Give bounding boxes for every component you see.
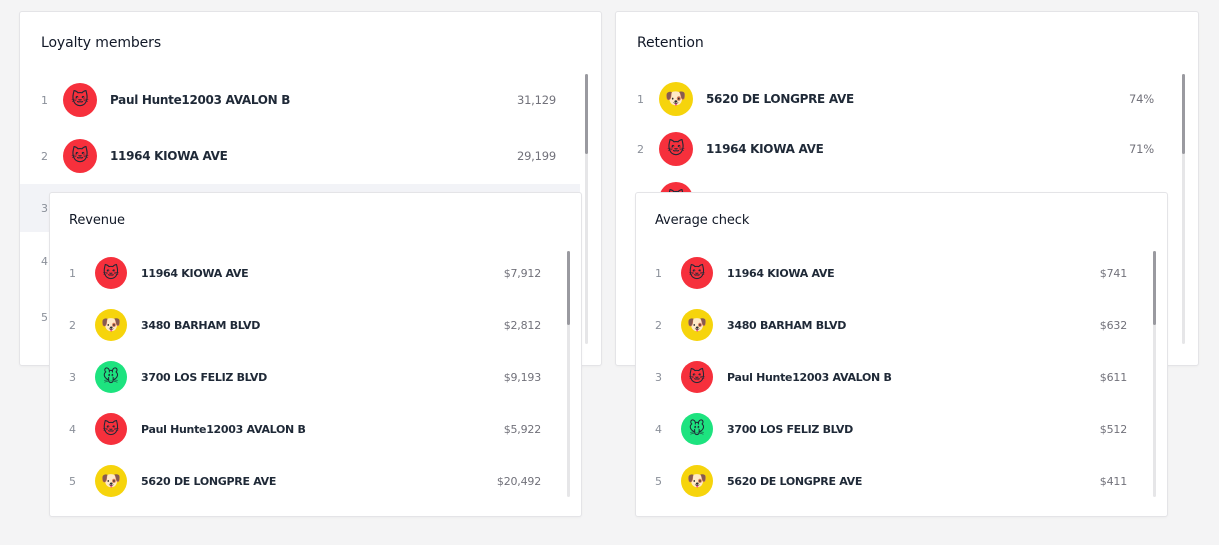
average-check-value: $611 — [1099, 370, 1127, 384]
average-check-scrollbar[interactable] — [1153, 251, 1156, 497]
loyalty-value: 31,129 — [516, 93, 556, 107]
revenue-value: $5,922 — [503, 422, 541, 436]
mouse-icon: 🐭 — [95, 361, 127, 393]
loyalty-value: 29,199 — [516, 149, 556, 163]
rank-label: 1 — [41, 93, 48, 107]
list-item[interactable]: 1 🐶 5620 DE LONGPRE AVE 74% — [616, 74, 1178, 124]
list-item[interactable]: 3 🐭 3700 LOS FELIZ BLVD $9,193 — [50, 351, 560, 403]
loyalty-scrollbar[interactable] — [585, 74, 588, 344]
store-name: 11964 KIOWA AVE — [110, 149, 228, 163]
store-name: 5620 DE LONGPRE AVE — [706, 92, 854, 106]
average-check-value: $632 — [1099, 318, 1127, 332]
revenue-value: $7,912 — [503, 266, 541, 280]
average-check-value: $741 — [1099, 266, 1127, 280]
rank-label: 1 — [69, 266, 76, 280]
store-name: 3480 BARHAM BLVD — [141, 318, 261, 332]
revenue-list[interactable]: 1 🐱 11964 KIOWA AVE $7,912 2 🐶 3480 BARH… — [50, 247, 560, 497]
rank-label: 4 — [69, 422, 76, 436]
revenue-card: Revenue 1 🐱 11964 KIOWA AVE $7,912 2 🐶 3… — [49, 192, 582, 517]
loyalty-members-title: Loyalty members — [41, 35, 162, 51]
list-item[interactable]: 1 🐱 11964 KIOWA AVE $7,912 — [50, 247, 560, 299]
rank-label: 2 — [41, 149, 48, 163]
list-item[interactable]: 2 🐱 11964 KIOWA AVE 29,199 — [20, 130, 580, 182]
rank-label: 4 — [655, 422, 662, 436]
store-name: 3700 LOS FELIZ BLVD — [727, 422, 853, 436]
list-item[interactable]: 2 🐱 11964 KIOWA AVE 71% — [616, 124, 1178, 174]
scrollbar-thumb[interactable] — [585, 74, 588, 154]
rank-label: 3 — [69, 370, 76, 384]
revenue-title: Revenue — [69, 213, 125, 228]
store-name: 11964 KIOWA AVE — [141, 266, 249, 280]
rank-label: 1 — [655, 266, 662, 280]
store-name: Paul Hunte12003 AVALON B — [141, 422, 306, 436]
rank-label: 5 — [69, 474, 76, 488]
store-name: Paul Hunte12003 AVALON B — [727, 370, 892, 384]
list-item[interactable]: 2 🐶 3480 BARHAM BLVD $632 — [636, 299, 1146, 351]
scrollbar-thumb[interactable] — [1153, 251, 1156, 325]
store-name: 11964 KIOWA AVE — [706, 142, 824, 156]
list-item[interactable]: 4 🐭 3700 LOS FELIZ BLVD $512 — [636, 403, 1146, 455]
dog-icon: 🐶 — [681, 309, 713, 341]
rank-label: 1 — [637, 92, 644, 106]
scrollbar-thumb[interactable] — [567, 251, 570, 325]
revenue-scrollbar[interactable] — [567, 251, 570, 497]
fox-icon: 🐱 — [63, 139, 97, 173]
retention-value: 74% — [1129, 92, 1154, 106]
fox-icon: 🐱 — [681, 257, 713, 289]
list-item[interactable]: 4 🐱 Paul Hunte12003 AVALON B $5,922 — [50, 403, 560, 455]
revenue-value: $9,193 — [503, 370, 541, 384]
rank-label: 3 — [655, 370, 662, 384]
store-name: 3700 LOS FELIZ BLVD — [141, 370, 267, 384]
revenue-value: $2,812 — [503, 318, 541, 332]
list-item[interactable]: 5 🐶 5620 DE LONGPRE AVE $20,492 — [50, 455, 560, 497]
dog-icon: 🐶 — [659, 82, 693, 116]
dog-icon: 🐶 — [681, 465, 713, 497]
scrollbar-thumb[interactable] — [1182, 74, 1185, 154]
retention-value: 71% — [1129, 142, 1154, 156]
list-item[interactable]: 1 🐱 11964 KIOWA AVE $741 — [636, 247, 1146, 299]
fox-icon: 🐱 — [681, 361, 713, 393]
mouse-icon: 🐭 — [681, 413, 713, 445]
average-check-value: $512 — [1099, 422, 1127, 436]
average-check-card: Average check 1 🐱 11964 KIOWA AVE $741 2… — [635, 192, 1168, 517]
list-item[interactable]: 2 🐶 3480 BARHAM BLVD $2,812 — [50, 299, 560, 351]
store-name: 5620 DE LONGPRE AVE — [727, 474, 863, 488]
average-check-title: Average check — [655, 213, 750, 228]
rank-label: 2 — [69, 318, 76, 332]
store-name: 3480 BARHAM BLVD — [727, 318, 847, 332]
list-item[interactable]: 5 🐶 5620 DE LONGPRE AVE $411 — [636, 455, 1146, 497]
list-item[interactable]: 3 🐱 Paul Hunte12003 AVALON B $611 — [636, 351, 1146, 403]
store-name: 11964 KIOWA AVE — [727, 266, 835, 280]
list-item[interactable]: 1 🐱 Paul Hunte12003 AVALON B 31,129 — [20, 74, 580, 126]
fox-icon: 🐱 — [95, 413, 127, 445]
average-check-list[interactable]: 1 🐱 11964 KIOWA AVE $741 2 🐶 3480 BARHAM… — [636, 247, 1146, 497]
fox-icon: 🐱 — [659, 132, 693, 166]
store-name: 5620 DE LONGPRE AVE — [141, 474, 277, 488]
average-check-value: $411 — [1099, 474, 1127, 488]
fox-icon: 🐱 — [63, 83, 97, 117]
fox-icon: 🐱 — [95, 257, 127, 289]
store-name: Paul Hunte12003 AVALON B — [110, 93, 291, 107]
dog-icon: 🐶 — [95, 309, 127, 341]
dog-icon: 🐶 — [95, 465, 127, 497]
rank-label: 2 — [655, 318, 662, 332]
revenue-value: $20,492 — [496, 474, 541, 488]
retention-title: Retention — [637, 35, 704, 51]
retention-scrollbar[interactable] — [1182, 74, 1185, 344]
rank-label: 5 — [655, 474, 662, 488]
rank-label: 2 — [637, 142, 644, 156]
